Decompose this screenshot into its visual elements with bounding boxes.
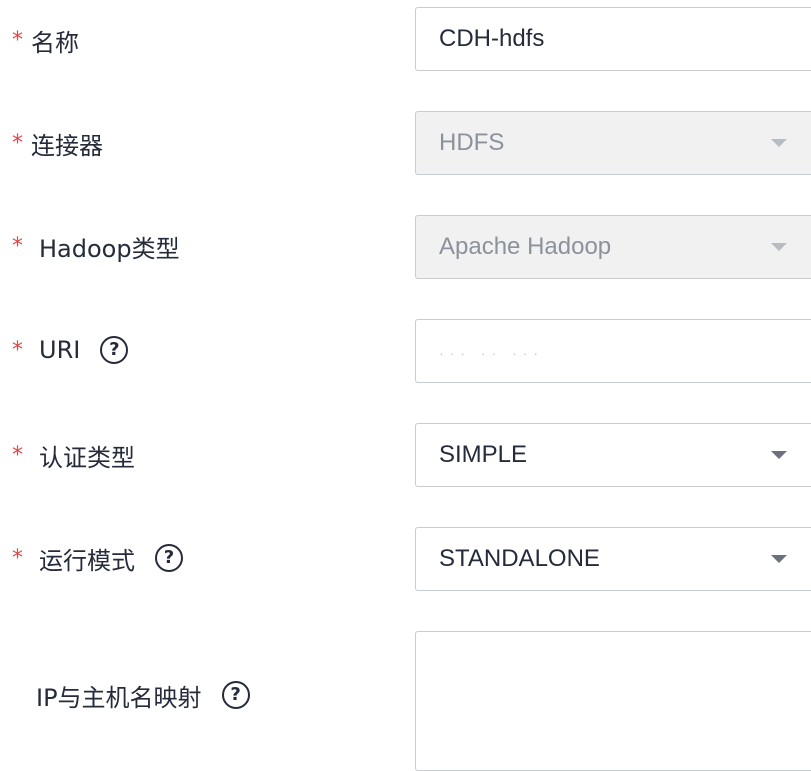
hadoop-type-select-value: Apache Hadoop: [439, 233, 612, 260]
required-mark: *: [12, 545, 23, 571]
hadoop-type-select: Apache Hadoop: [415, 215, 811, 279]
chevron-down-icon[interactable]: [771, 555, 787, 563]
connector-select: HDFS: [415, 111, 811, 175]
connector-label-text: 连接器: [31, 131, 103, 160]
auth-type-label-text: 认证类型: [39, 443, 135, 472]
help-icon[interactable]: ?: [155, 544, 183, 572]
required-mark: *: [12, 233, 23, 259]
hadoop-type-label-text: Hadoop类型: [39, 234, 180, 263]
required-mark: *: [12, 442, 23, 468]
uri-label-text: URI: [39, 336, 81, 364]
ip-host-mapping-label-text: IP与主机名映射: [36, 683, 202, 712]
run-mode-select-value: STANDALONE: [439, 545, 600, 572]
auth-type-select-value: SIMPLE: [439, 441, 528, 468]
ip-host-mapping-label: IP与主机名映射 ?: [36, 677, 250, 713]
name-label-text: 名称: [31, 28, 79, 57]
run-mode-label: * 运行模式 ?: [12, 540, 183, 576]
run-mode-select[interactable]: STANDALONE: [415, 527, 811, 591]
chevron-down-icon: [771, 139, 787, 147]
name-input[interactable]: CDH-hdfs: [415, 7, 811, 71]
uri-input[interactable]: ··· ·· ···: [415, 319, 811, 383]
help-icon[interactable]: ?: [100, 336, 129, 364]
chevron-down-icon[interactable]: [771, 451, 787, 459]
name-label: * 名称: [12, 22, 79, 58]
required-mark: *: [12, 27, 23, 53]
uri-label: * URI ?: [12, 332, 129, 368]
run-mode-label-text: 运行模式: [39, 546, 135, 575]
uri-input-value: ··· ·· ···: [439, 345, 545, 361]
hadoop-type-label: * Hadoop类型: [12, 228, 180, 264]
connector-label: * 连接器: [12, 125, 103, 161]
chevron-down-icon: [771, 243, 787, 251]
ip-host-mapping-textarea[interactable]: [415, 631, 811, 771]
required-mark: *: [12, 337, 23, 363]
connector-select-value: HDFS: [439, 129, 505, 156]
help-icon[interactable]: ?: [221, 681, 250, 709]
name-input-value: CDH-hdfs: [439, 25, 545, 52]
auth-type-label: * 认证类型: [12, 437, 135, 473]
auth-type-select[interactable]: SIMPLE: [415, 423, 811, 487]
required-mark: *: [12, 130, 23, 156]
